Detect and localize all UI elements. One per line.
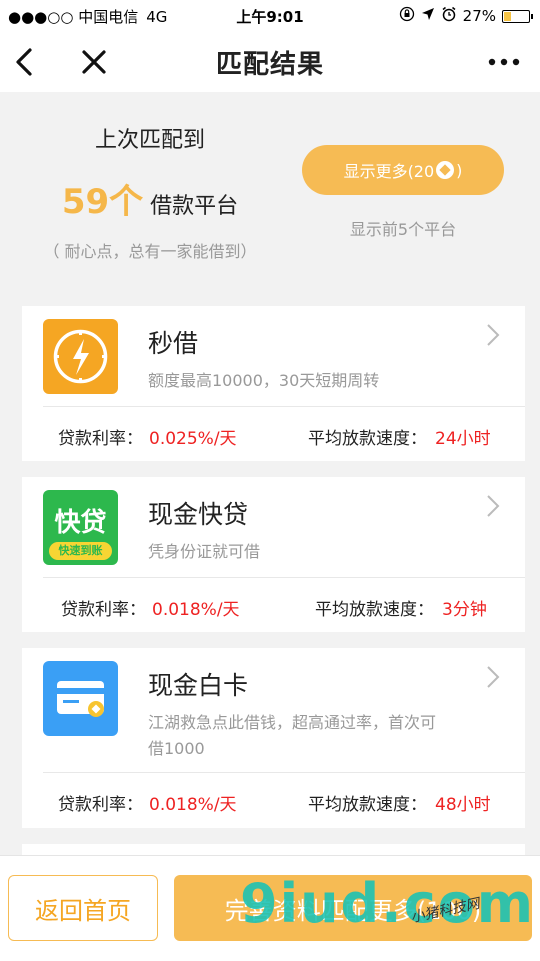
battery-icon <box>502 9 533 23</box>
platform-card[interactable]: 快贷 快速到账 现金快贷 凭身份证就可借 贷款利率： 0.018%/天 平均放款… <box>22 477 525 632</box>
back-home-button[interactable]: 返回首页 <box>8 875 158 941</box>
rate-label: 贷款利率： <box>61 600 146 620</box>
speed-label: 平均放款速度： <box>308 795 427 815</box>
platform-name: 现金白卡 <box>148 671 249 700</box>
first-five-label: 显示前5个平台 <box>349 220 457 239</box>
patience-hint: （ 耐心点，总有一家能借到） <box>43 242 257 261</box>
location-icon <box>421 7 435 25</box>
more-icon[interactable] <box>486 44 522 80</box>
alarm-icon <box>441 6 457 26</box>
rotation-lock-icon <box>399 6 415 26</box>
coin-icon <box>436 161 455 179</box>
platform-desc: 凭身份证就可借 <box>148 542 261 561</box>
match-summary: 上次匹配到 59个 借款平台 （ 耐心点，总有一家能借到） 显示更多(20 ) … <box>0 92 540 284</box>
card-logo-icon <box>43 661 118 736</box>
match-count: 59个 <box>61 182 144 222</box>
logo-subtext: 快速到账 <box>49 542 112 560</box>
speed-value: 48小时 <box>435 795 491 815</box>
page-title: 匹配结果 <box>215 50 324 80</box>
platform-name: 秒借 <box>148 329 199 358</box>
chevron-right-icon <box>485 493 501 519</box>
divider <box>43 406 525 407</box>
rate-label: 贷款利率： <box>58 795 143 815</box>
show-more-label-end: ) <box>456 160 463 180</box>
platform-desc: 额度最高10000，30天短期周转 <box>148 371 380 390</box>
speed-value: 3分钟 <box>442 600 487 620</box>
speed-value: 24小时 <box>435 429 491 449</box>
match-count-suffix: 借款平台 <box>150 194 239 219</box>
kuaidai-logo-icon: 快贷 快速到账 <box>43 490 118 565</box>
rate-value: 0.018%/天 <box>152 600 240 620</box>
complete-profile-button[interactable]: 完善资料匹配更多(100) <box>174 875 532 941</box>
battery-percent: 27% <box>462 7 496 25</box>
nav-bar: 匹配结果 <box>0 30 540 92</box>
logo-text: 快贷 <box>54 508 107 538</box>
chevron-right-icon <box>485 322 501 348</box>
speed-label: 平均放款速度： <box>308 429 427 449</box>
show-more-label: 显示更多(20 <box>343 162 435 181</box>
lightning-clock-logo-icon <box>43 319 118 394</box>
platform-card[interactable]: 现金白卡 江湖救急点此借钱，超高通过率，首次可借1000 贷款利率： 0.018… <box>22 648 525 828</box>
last-match-label: 上次匹配到 <box>94 128 205 153</box>
rate-value: 0.018%/天 <box>149 795 237 815</box>
platform-desc: 江湖救急点此借钱，超高通过率，首次可借1000 <box>148 713 437 758</box>
chevron-right-icon <box>485 664 501 690</box>
platform-card[interactable]: 秒借 额度最高10000，30天短期周转 贷款利率： 0.025%/天 平均放款… <box>22 306 525 461</box>
match-count-row: 59个 借款平台 <box>40 174 260 223</box>
status-bar: ●●●○○ 中国电信 4G 上午9:01 27% <box>0 0 540 30</box>
bottom-bar: 返回首页 完善资料匹配更多(100) <box>0 855 540 961</box>
divider <box>43 577 525 578</box>
rate-label: 贷款利率： <box>58 429 143 449</box>
show-more-button[interactable]: 显示更多(20 ) <box>302 145 504 195</box>
platform-name: 现金快贷 <box>148 500 249 529</box>
speed-label: 平均放款速度： <box>315 600 434 620</box>
rate-value: 0.025%/天 <box>149 429 237 449</box>
divider <box>43 772 525 773</box>
